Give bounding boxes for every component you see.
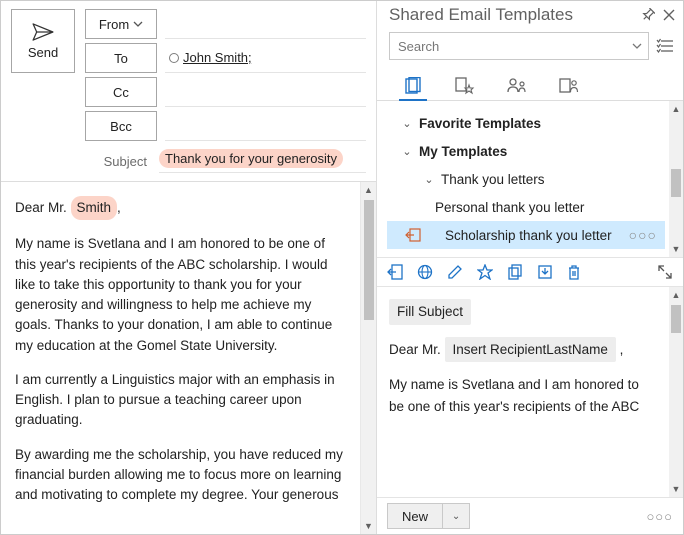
tab-favorites[interactable] — [453, 72, 477, 100]
greeting-prefix: Dear Mr. — [15, 200, 71, 215]
greeting-name: Smith — [71, 196, 118, 220]
import-icon[interactable] — [537, 264, 553, 280]
subject-label: Subject — [11, 154, 151, 169]
tree-item-scholarship[interactable]: Scholarship thank you letter ○○○ — [387, 221, 665, 249]
chevron-down-icon — [133, 21, 143, 27]
to-field[interactable]: John Smith; — [165, 43, 366, 73]
search-input[interactable]: Search — [389, 32, 649, 60]
cc-label: Cc — [113, 85, 129, 100]
bcc-label: Bcc — [110, 119, 132, 134]
tab-team[interactable] — [505, 72, 529, 100]
chevron-down-icon — [632, 43, 642, 49]
cc-button[interactable]: Cc — [85, 77, 157, 107]
tree-label: Scholarship thank you letter — [445, 228, 623, 243]
close-icon[interactable] — [663, 9, 675, 21]
tree-section-my[interactable]: ⌄ My Templates — [387, 137, 665, 165]
tree-label: Thank you letters — [441, 172, 665, 187]
new-button[interactable]: New ⌄ — [387, 503, 470, 529]
from-field[interactable] — [165, 9, 366, 39]
subject-value: Thank you for your generosity — [159, 149, 343, 168]
delete-icon[interactable] — [567, 264, 581, 280]
expand-icon[interactable] — [657, 264, 673, 280]
send-label: Send — [28, 45, 58, 60]
from-button[interactable]: From — [85, 9, 157, 39]
to-value: John Smith; — [183, 50, 252, 65]
chevron-down-icon[interactable]: ⌄ — [443, 511, 469, 522]
body-p2: I am currently a Linguistics major with … — [15, 370, 346, 431]
preview-scrollbar[interactable]: ▲ ▼ — [669, 287, 683, 497]
list-settings-icon[interactable] — [655, 36, 675, 56]
scroll-up-icon[interactable]: ▲ — [669, 287, 683, 303]
tab-templates[interactable] — [401, 72, 425, 100]
chevron-down-icon: ⌄ — [423, 173, 435, 186]
tree-label: Personal thank you letter — [435, 200, 665, 215]
cc-field[interactable] — [165, 77, 366, 107]
chevron-down-icon: ⌄ — [401, 117, 413, 130]
pin-icon[interactable] — [641, 8, 655, 22]
scroll-up-icon[interactable]: ▲ — [361, 182, 376, 198]
tab-shared[interactable] — [557, 72, 581, 100]
scroll-thumb[interactable] — [364, 200, 374, 320]
body-scrollbar[interactable]: ▲ ▼ — [360, 182, 376, 534]
search-placeholder: Search — [398, 39, 439, 54]
tree-label: My Templates — [419, 144, 665, 159]
template-toolbar — [377, 257, 683, 287]
macro-chip: Insert RecipientLastName — [445, 337, 616, 363]
bcc-button[interactable]: Bcc — [85, 111, 157, 141]
panel-title: Shared Email Templates — [389, 5, 573, 25]
scroll-down-icon[interactable]: ▼ — [669, 241, 683, 257]
scroll-thumb[interactable] — [671, 305, 681, 333]
from-label: From — [99, 17, 129, 32]
tree-label: Favorite Templates — [419, 116, 665, 131]
scroll-down-icon[interactable]: ▼ — [361, 518, 376, 534]
tree-item-personal[interactable]: Personal thank you letter — [387, 193, 665, 221]
preview-greeting-suffix: , — [620, 342, 624, 357]
body-p3: By awarding me the scholarship, you have… — [15, 445, 346, 506]
globe-icon[interactable] — [417, 264, 433, 280]
scroll-thumb[interactable] — [671, 169, 681, 197]
copy-icon[interactable] — [507, 264, 523, 280]
item-menu-icon[interactable]: ○○○ — [629, 227, 665, 243]
preview-greeting-prefix: Dear Mr. — [389, 342, 445, 357]
more-menu-icon[interactable]: ○○○ — [646, 509, 673, 524]
insert-icon — [405, 228, 421, 242]
bcc-field[interactable] — [165, 111, 366, 141]
star-icon[interactable] — [477, 264, 493, 280]
preview-body: My name is Svetlana and I am honored to … — [389, 374, 657, 417]
subject-field[interactable]: Thank you for your generosity — [159, 149, 366, 173]
send-icon — [32, 23, 54, 41]
greeting-suffix: , — [117, 200, 121, 215]
insert-template-icon[interactable] — [387, 264, 403, 280]
template-preview: Fill Subject Dear Mr. Insert RecipientLa… — [377, 287, 669, 497]
scroll-up-icon[interactable]: ▲ — [669, 101, 683, 117]
to-label: To — [114, 51, 128, 66]
tree-folder-thankyou[interactable]: ⌄ Thank you letters — [387, 165, 665, 193]
message-body[interactable]: Dear Mr. Smith, My name is Svetlana and … — [1, 182, 360, 534]
body-p1: My name is Svetlana and I am honored to … — [15, 234, 346, 356]
edit-icon[interactable] — [447, 264, 463, 280]
to-button[interactable]: To — [85, 43, 157, 73]
scroll-down-icon[interactable]: ▼ — [669, 481, 683, 497]
tree-section-favorite[interactable]: ⌄ Favorite Templates — [387, 109, 665, 137]
new-label: New — [388, 504, 443, 528]
send-button[interactable]: Send — [11, 9, 75, 73]
fill-subject-chip: Fill Subject — [389, 299, 471, 325]
tree-scrollbar[interactable]: ▲ ▼ — [669, 101, 683, 257]
presence-icon — [169, 53, 179, 63]
chevron-down-icon: ⌄ — [401, 145, 413, 158]
